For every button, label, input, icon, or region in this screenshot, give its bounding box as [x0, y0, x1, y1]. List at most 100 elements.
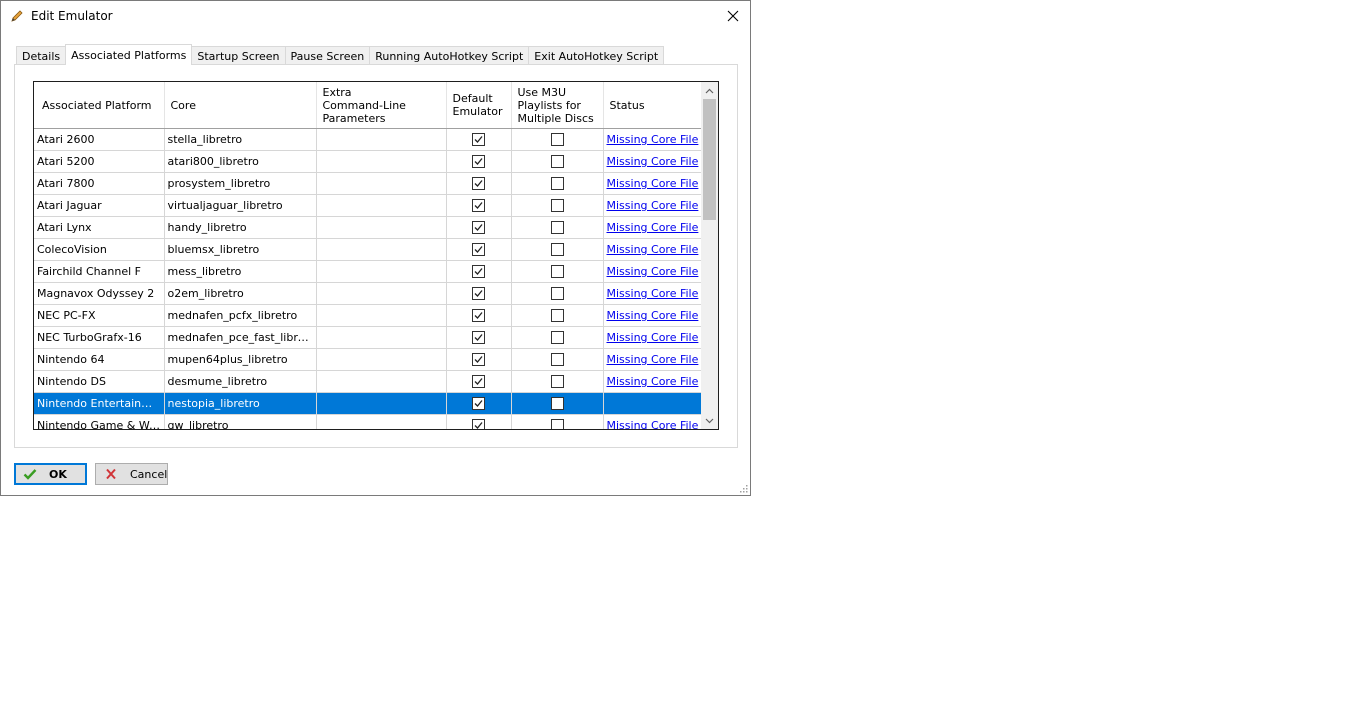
- cell-default-emulator[interactable]: [446, 392, 512, 415]
- status-link[interactable]: Missing Core File: [607, 177, 699, 190]
- cell-use-m3u[interactable]: [511, 392, 604, 415]
- status-link[interactable]: Missing Core File: [607, 375, 699, 388]
- cell-extra-params[interactable]: [316, 128, 447, 151]
- status-link[interactable]: Missing Core File: [607, 265, 699, 278]
- cell-platform[interactable]: NEC PC-FX: [34, 304, 165, 327]
- status-link[interactable]: Missing Core File: [607, 199, 699, 212]
- cell-status[interactable]: Missing Core File: [603, 238, 703, 261]
- checkbox-unchecked[interactable]: [550, 397, 564, 411]
- table-row[interactable]: Nintendo DS desmume_libretro Missing Core …: [34, 370, 703, 393]
- checkbox-checked[interactable]: [472, 243, 485, 257]
- cell-extra-params[interactable]: [316, 238, 447, 261]
- table-row[interactable]: Nintendo 64 mupen64plus_libretro Missing C…: [34, 348, 703, 371]
- table-row[interactable]: Fairchild Channel Fmess_libretro Missing …: [34, 260, 703, 283]
- cell-core[interactable]: gw_libretro: [164, 414, 317, 429]
- checkbox-checked[interactable]: [472, 199, 485, 213]
- status-link[interactable]: Missing Core File: [607, 331, 699, 344]
- table-row[interactable]: Atari Lynx handy_libretro Missing Core Fil…: [34, 216, 703, 239]
- cell-use-m3u[interactable]: [511, 414, 604, 429]
- cell-default-emulator[interactable]: [446, 282, 512, 305]
- cell-status[interactable]: Missing Core File: [603, 326, 703, 349]
- cell-core[interactable]: desmume_libretro: [164, 370, 317, 393]
- cell-status[interactable]: Missing Core File: [603, 260, 703, 283]
- cell-core[interactable]: o2em_libretro: [164, 282, 317, 305]
- platforms-grid[interactable]: Associated Platform Core Extra Command-L…: [33, 81, 719, 430]
- cell-use-m3u[interactable]: [511, 216, 604, 239]
- cell-status[interactable]: Missing Core File: [603, 348, 703, 371]
- cell-platform[interactable]: Nintendo 64: [34, 348, 165, 371]
- cell-status[interactable]: Missing Core File: [603, 172, 703, 195]
- cell-platform[interactable]: Atari 7800: [34, 172, 165, 195]
- cell-default-emulator[interactable]: [446, 172, 512, 195]
- cell-core[interactable]: mess_libretro: [164, 260, 317, 283]
- cell-status[interactable]: Missing Core File: [603, 282, 703, 305]
- cell-status[interactable]: Missing Core File: [603, 414, 703, 429]
- status-link[interactable]: Missing Core File: [607, 419, 699, 429]
- cell-platform[interactable]: Atari Lynx: [34, 216, 165, 239]
- cell-default-emulator[interactable]: [446, 326, 512, 349]
- cell-platform[interactable]: Magnavox Odyssey 2: [34, 282, 165, 305]
- cell-use-m3u[interactable]: [511, 282, 604, 305]
- cell-status[interactable]: Missing Core File: [603, 194, 703, 217]
- checkbox-checked[interactable]: [472, 265, 485, 279]
- table-row[interactable]: Atari 2600 stella_libretro Missing Core Fi…: [34, 128, 703, 151]
- cell-core[interactable]: mednafen_pcfx_libretro: [164, 304, 317, 327]
- cell-default-emulator[interactable]: [446, 260, 512, 283]
- cell-use-m3u[interactable]: [511, 128, 604, 151]
- cell-core[interactable]: nestopia_libretro: [164, 392, 317, 415]
- cell-use-m3u[interactable]: [511, 150, 604, 173]
- checkbox-checked[interactable]: [472, 155, 485, 169]
- scroll-down-button[interactable]: [701, 412, 718, 429]
- checkbox-checked[interactable]: [472, 353, 485, 367]
- table-row[interactable]: Nintendo Game & Watch gw_libretro Missing …: [34, 414, 703, 429]
- tab-details[interactable]: Details: [16, 46, 67, 65]
- cell-default-emulator[interactable]: [446, 216, 512, 239]
- status-link[interactable]: Missing Core File: [607, 287, 699, 300]
- checkbox-unchecked[interactable]: [550, 287, 564, 301]
- checkbox-checked[interactable]: [472, 397, 485, 411]
- status-link[interactable]: Missing Core File: [607, 133, 699, 146]
- cell-default-emulator[interactable]: [446, 414, 512, 429]
- cell-default-emulator[interactable]: [446, 238, 512, 261]
- cell-default-emulator[interactable]: [446, 304, 512, 327]
- cell-default-emulator[interactable]: [446, 370, 512, 393]
- column-header-use-m3u[interactable]: Use M3U Playlists for Multiple Discs: [511, 82, 604, 129]
- column-header-extra-params[interactable]: Extra Command-Line Parameters: [316, 82, 447, 129]
- checkbox-unchecked[interactable]: [550, 331, 564, 345]
- cell-platform[interactable]: Atari 5200: [34, 150, 165, 173]
- cell-status[interactable]: Missing Core File: [603, 216, 703, 239]
- cell-core[interactable]: handy_libretro: [164, 216, 317, 239]
- cell-platform[interactable]: NEC TurboGrafx-16: [34, 326, 165, 349]
- cell-platform[interactable]: Nintendo DS: [34, 370, 165, 393]
- cell-use-m3u[interactable]: [511, 304, 604, 327]
- cancel-button[interactable]: Cancel: [95, 463, 168, 485]
- table-row[interactable]: Atari 5200 atari800_libretro Missing Core …: [34, 150, 703, 173]
- cell-extra-params[interactable]: [316, 260, 447, 283]
- cell-extra-params[interactable]: [316, 194, 447, 217]
- cell-platform[interactable]: Nintendo Entertainmen…: [34, 392, 165, 415]
- status-link[interactable]: Missing Core File: [607, 221, 699, 234]
- table-row[interactable]: Atari Jaguar virtualjaguar_libretro Missin…: [34, 194, 703, 217]
- status-link[interactable]: Missing Core File: [607, 309, 699, 322]
- cell-core[interactable]: virtualjaguar_libretro: [164, 194, 317, 217]
- cell-core[interactable]: mednafen_pce_fast_libretro: [164, 326, 317, 349]
- tab-startup-screen[interactable]: Startup Screen: [191, 46, 286, 65]
- cell-platform[interactable]: Nintendo Game & Watch: [34, 414, 165, 429]
- checkbox-unchecked[interactable]: [550, 133, 564, 147]
- checkbox-checked[interactable]: [472, 221, 485, 235]
- checkbox-unchecked[interactable]: [550, 375, 564, 389]
- cell-core[interactable]: atari800_libretro: [164, 150, 317, 173]
- checkbox-unchecked[interactable]: [550, 265, 564, 279]
- cell-core[interactable]: mupen64plus_libretro: [164, 348, 317, 371]
- checkbox-unchecked[interactable]: [550, 199, 564, 213]
- cell-status[interactable]: Missing Core File: [603, 304, 703, 327]
- checkbox-checked[interactable]: [472, 419, 485, 429]
- cell-default-emulator[interactable]: [446, 194, 512, 217]
- checkbox-checked[interactable]: [472, 309, 485, 323]
- cell-use-m3u[interactable]: [511, 260, 604, 283]
- checkbox-unchecked[interactable]: [550, 419, 564, 429]
- column-header-platform[interactable]: Associated Platform: [34, 82, 165, 129]
- cell-core[interactable]: prosystem_libretro: [164, 172, 317, 195]
- ok-button[interactable]: OK: [14, 463, 87, 485]
- cell-platform[interactable]: Atari Jaguar: [34, 194, 165, 217]
